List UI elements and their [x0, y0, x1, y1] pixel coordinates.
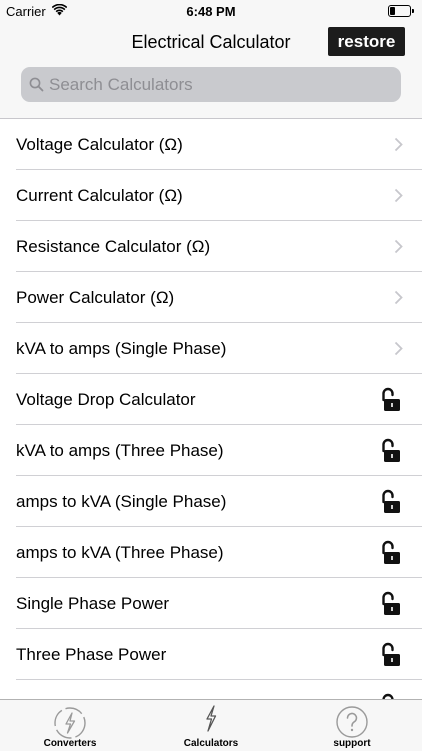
list-item-single-phase-current[interactable]: Single Phase Current: [0, 680, 422, 699]
tab-bar: Converters Calculators support: [0, 699, 422, 751]
converters-icon: [54, 707, 86, 739]
list-item-label: Single Phase Power: [16, 594, 170, 613]
chevron-right-icon: [394, 137, 403, 152]
list-item-label: kVA to amps (Single Phase): [16, 339, 227, 358]
list-item-resistance-calculator[interactable]: Resistance Calculator (Ω): [0, 221, 422, 272]
chevron-right-icon: [394, 188, 403, 203]
chevron-right-icon: [394, 290, 403, 305]
list-item-label: Current Calculator (Ω): [16, 186, 183, 205]
battery-icon: [388, 5, 414, 17]
unlock-icon: [382, 540, 400, 564]
unlock-icon: [382, 642, 400, 666]
unlock-icon: [382, 591, 400, 615]
list-item-kva-to-amps-single[interactable]: kVA to amps (Single Phase): [0, 323, 422, 374]
tab-label: Calculators: [183, 738, 239, 749]
list-item-voltage-drop[interactable]: Voltage Drop Calculator: [0, 374, 422, 425]
list-item-current-calculator[interactable]: Current Calculator (Ω): [0, 170, 422, 221]
search-bar[interactable]: [21, 67, 401, 102]
list-item-three-phase-power[interactable]: Three Phase Power: [0, 629, 422, 680]
list-item-voltage-calculator[interactable]: Voltage Calculator (Ω): [0, 119, 422, 170]
list-item-label: Voltage Calculator (Ω): [16, 135, 183, 154]
tab-converters[interactable]: Converters: [0, 700, 140, 751]
status-bar: Carrier 6:48 PM: [0, 0, 422, 22]
unlock-icon: [382, 438, 400, 462]
tab-support[interactable]: support: [282, 700, 422, 751]
search-input[interactable]: [49, 67, 389, 102]
list-item-label: Resistance Calculator (Ω): [16, 237, 211, 256]
list-item-kva-to-amps-three[interactable]: kVA to amps (Three Phase): [0, 425, 422, 476]
list-item-label: Voltage Drop Calculator: [16, 390, 196, 409]
chevron-right-icon: [394, 341, 403, 356]
search-icon: [29, 77, 44, 92]
list-item-label: kVA to amps (Three Phase): [16, 441, 224, 460]
tab-label: support: [333, 738, 371, 749]
status-time: 6:48 PM: [186, 4, 236, 19]
calculator-list: Voltage Calculator (Ω) Current Calculato…: [0, 119, 422, 699]
chevron-right-icon: [394, 239, 403, 254]
lightning-icon: [206, 705, 217, 732]
unlock-icon: [382, 387, 400, 411]
list-item-label: Power Calculator (Ω): [16, 288, 175, 307]
list-item-label: Three Phase Power: [16, 645, 167, 664]
list-item-power-calculator[interactable]: Power Calculator (Ω): [0, 272, 422, 323]
list-item-label: amps to kVA (Three Phase): [16, 543, 224, 562]
list-item-amps-to-kva-single[interactable]: amps to kVA (Single Phase): [0, 476, 422, 527]
list-item-single-phase-power[interactable]: Single Phase Power: [0, 578, 422, 629]
list-item-label: amps to kVA (Single Phase): [16, 492, 227, 511]
list-item-label: Single Phase Current: [16, 680, 178, 699]
tab-calculators[interactable]: Calculators: [141, 700, 281, 751]
list-item-amps-to-kva-three[interactable]: amps to kVA (Three Phase): [0, 527, 422, 578]
tab-label: Converters: [43, 738, 97, 749]
unlock-icon: [382, 489, 400, 513]
restore-button[interactable]: restore: [328, 27, 405, 56]
nav-header: Electrical Calculator restore: [0, 22, 422, 119]
question-icon: [336, 706, 368, 738]
